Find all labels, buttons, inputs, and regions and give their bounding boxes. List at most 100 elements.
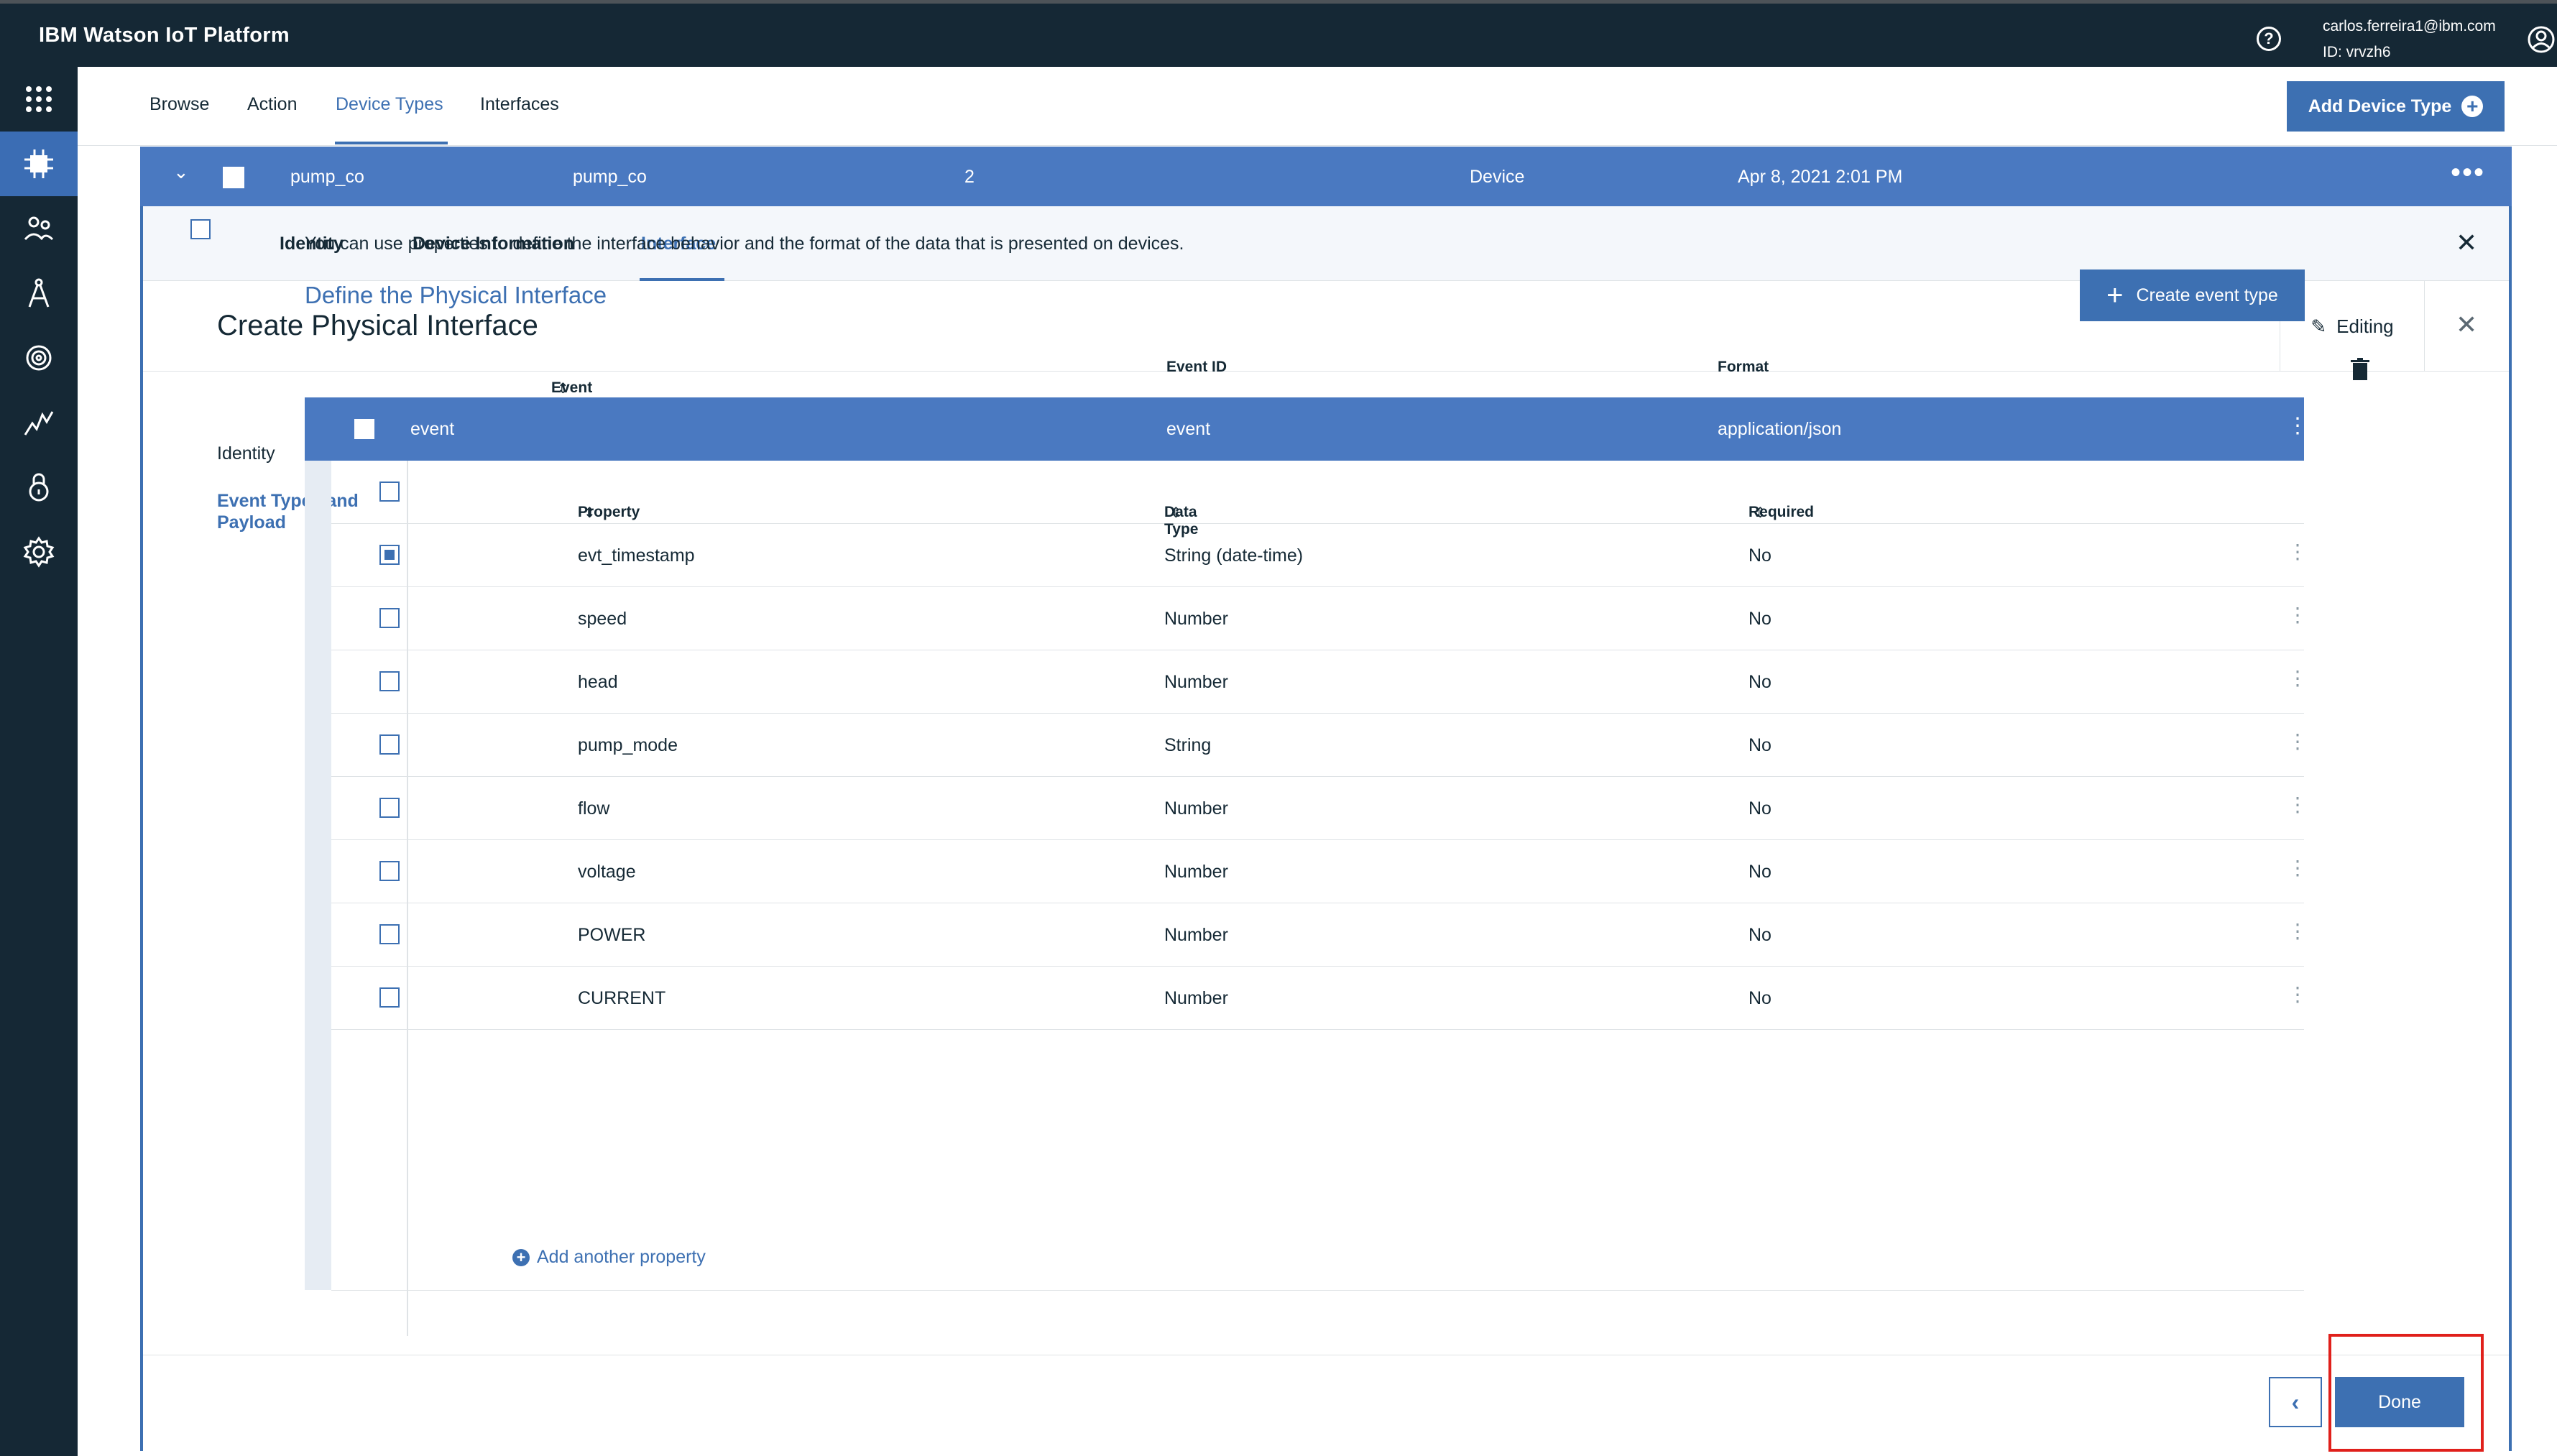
nested-gutter	[305, 461, 331, 1290]
overflow-menu-icon[interactable]: ⋮	[2288, 919, 2308, 943]
plus-circle-icon: +	[512, 1248, 530, 1266]
property-row[interactable]: CURRENT Number No ⋮	[331, 967, 2308, 1030]
property-data-type: String	[1164, 735, 1212, 755]
property-required: No	[1749, 988, 1772, 1008]
sort-icon: ⇕	[557, 381, 569, 397]
property-checkbox[interactable]	[379, 924, 400, 944]
tab-browse[interactable]: Browse	[149, 94, 209, 115]
overflow-menu-icon[interactable]: ⋮	[2288, 856, 2308, 880]
property-data-type: Number	[1164, 672, 1228, 692]
close-editor-icon[interactable]: ✕	[2456, 310, 2477, 340]
property-row[interactable]: speed Number No ⋮	[331, 587, 2308, 650]
add-property-link[interactable]: + Add another property	[512, 1247, 706, 1268]
security-icon[interactable]	[0, 455, 78, 520]
property-data-type: Number	[1164, 925, 1228, 945]
device-count: 2	[964, 167, 975, 187]
property-checkbox[interactable]	[379, 734, 400, 755]
compass-icon[interactable]	[0, 261, 78, 326]
property-name: flow	[578, 798, 610, 819]
pencil-icon: ✎	[2310, 315, 2327, 337]
property-checkbox[interactable]	[379, 987, 400, 1008]
property-row[interactable]: flow Number No ⋮	[331, 777, 2308, 840]
property-required: No	[1749, 545, 1772, 566]
table-bottom-border	[331, 1290, 2304, 1291]
property-name: pump_mode	[578, 735, 678, 755]
chevron-down-icon[interactable]: ⌄	[173, 161, 189, 183]
property-checkbox[interactable]	[379, 608, 400, 628]
settings-icon[interactable]	[0, 520, 78, 584]
editing-label: Editing	[2336, 315, 2394, 337]
add-property-label: Add another property	[537, 1247, 706, 1267]
device-type-name: pump_co	[290, 167, 364, 187]
property-required: No	[1749, 925, 1772, 945]
property-name: head	[578, 672, 618, 692]
event-row[interactable]: event event application/json ⋮	[305, 397, 2308, 461]
property-row[interactable]: POWER Number No ⋮	[331, 903, 2308, 967]
close-icon[interactable]: ✕	[2456, 228, 2477, 258]
property-row[interactable]: evt_timestamp String (date-time) No ⋮	[331, 524, 2308, 587]
overflow-menu-icon[interactable]: ⋮	[2288, 666, 2308, 690]
event-id: event	[1166, 419, 1211, 439]
help-icon[interactable]: ?	[2257, 27, 2281, 51]
property-row[interactable]: head Number No ⋮	[331, 650, 2308, 714]
property-required: No	[1749, 735, 1772, 755]
overflow-menu-icon[interactable]: ⋮	[2288, 540, 2308, 563]
add-device-type-label: Add Device Type	[2308, 96, 2452, 116]
add-device-type-button[interactable]: Add Device Type +	[2287, 81, 2505, 132]
property-row[interactable]: voltage Number No ⋮	[331, 840, 2308, 903]
trash-icon[interactable]	[2351, 358, 2369, 381]
apps-icon[interactable]	[0, 67, 78, 132]
tab-device-types[interactable]: Device Types	[336, 94, 443, 115]
row-checkbox[interactable]	[223, 167, 244, 188]
sub-nav: Browse Action Device Types Interfaces	[78, 67, 2557, 146]
top-bar: IBM Watson IoT Platform ? carlos.ferreir…	[0, 0, 2557, 67]
property-required: No	[1749, 609, 1772, 629]
plus-icon: +	[2106, 280, 2124, 311]
create-event-type-button[interactable]: + Create event type	[2080, 269, 2305, 321]
plus-circle-icon: +	[2461, 96, 2484, 117]
property-required: No	[1749, 862, 1772, 882]
select-all-properties-checkbox[interactable]	[379, 482, 400, 502]
overflow-menu-icon[interactable]: •••	[2451, 157, 2485, 189]
property-data-type: Number	[1164, 798, 1228, 819]
property-checkbox[interactable]	[379, 671, 400, 691]
property-name: POWER	[578, 925, 646, 945]
user-id: ID: vrvzh6	[2323, 44, 2391, 60]
sort-icon: ⇕	[1754, 505, 1766, 521]
side-nav	[0, 67, 78, 1456]
section-title: Define the Physical Interface	[305, 282, 607, 308]
device-type-row[interactable]: ⌄ pump_co pump_co 2 Device Apr 8, 2021 2…	[140, 147, 2512, 206]
overflow-menu-icon[interactable]: ⋮	[2288, 603, 2308, 627]
property-required: No	[1749, 798, 1772, 819]
overflow-menu-icon[interactable]: ⋮	[2288, 982, 2308, 1006]
property-checkbox[interactable]	[379, 545, 400, 565]
user-avatar-icon[interactable]	[2527, 25, 2556, 54]
members-icon[interactable]	[0, 196, 78, 261]
header-event-id: Event ID	[1166, 359, 1227, 375]
overflow-menu-icon[interactable]: ⋮	[2288, 793, 2308, 816]
watson-icon[interactable]	[0, 326, 78, 390]
property-checkbox[interactable]	[379, 798, 400, 818]
property-checkbox[interactable]	[379, 861, 400, 881]
tab-interfaces[interactable]: Interfaces	[480, 94, 559, 115]
property-data-type: Number	[1164, 988, 1228, 1008]
overflow-menu-icon[interactable]: ⋮	[2287, 413, 2308, 438]
devices-icon[interactable]	[0, 132, 78, 196]
back-button[interactable]: ‹	[2269, 1377, 2322, 1427]
select-all-checkbox[interactable]	[190, 219, 211, 239]
device-class: Device	[1470, 167, 1525, 187]
property-data-type: String (date-time)	[1164, 545, 1304, 566]
event-type: event	[410, 419, 455, 439]
date-created: Apr 8, 2021 2:01 PM	[1738, 167, 1903, 187]
overflow-menu-icon[interactable]: ⋮	[2288, 729, 2308, 753]
property-required: No	[1749, 672, 1772, 692]
tab-action[interactable]: Action	[247, 94, 297, 115]
user-email: carlos.ferreira1@ibm.com	[2323, 18, 2496, 34]
app-title[interactable]: IBM Watson IoT Platform	[39, 24, 290, 47]
analytics-icon[interactable]	[0, 390, 78, 455]
highlight-box	[2328, 1334, 2484, 1452]
property-name: speed	[578, 609, 627, 629]
property-data-type: Number	[1164, 862, 1228, 882]
event-row-checkbox[interactable]	[354, 419, 374, 439]
property-row[interactable]: pump_mode String No ⋮	[331, 714, 2308, 777]
